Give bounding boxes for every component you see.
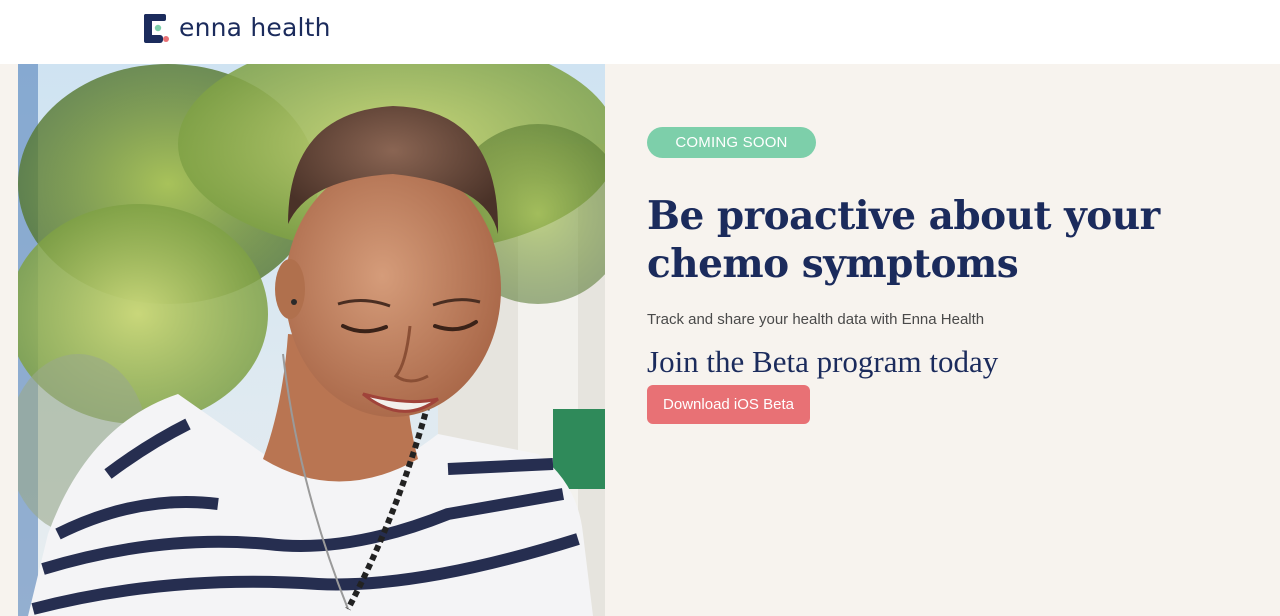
- logo-link[interactable]: enna health: [144, 12, 331, 44]
- site-header: enna health: [0, 0, 1280, 64]
- brand-name: enna health: [179, 13, 331, 42]
- hero-photo-illustration: [18, 64, 605, 616]
- beta-heading: Join the Beta program today: [647, 344, 999, 379]
- enna-logo-icon: [144, 13, 169, 43]
- hero-headline: Be proactive about your chemo symptoms: [647, 193, 1160, 287]
- download-ios-beta-button[interactable]: Download iOS Beta: [647, 385, 810, 424]
- coming-soon-badge: COMING SOON: [647, 127, 816, 158]
- hero-photo: [18, 64, 605, 616]
- hero-section: COMING SOON Be proactive about your chem…: [0, 64, 1280, 616]
- hero-subtext: Track and share your health data with En…: [647, 311, 985, 328]
